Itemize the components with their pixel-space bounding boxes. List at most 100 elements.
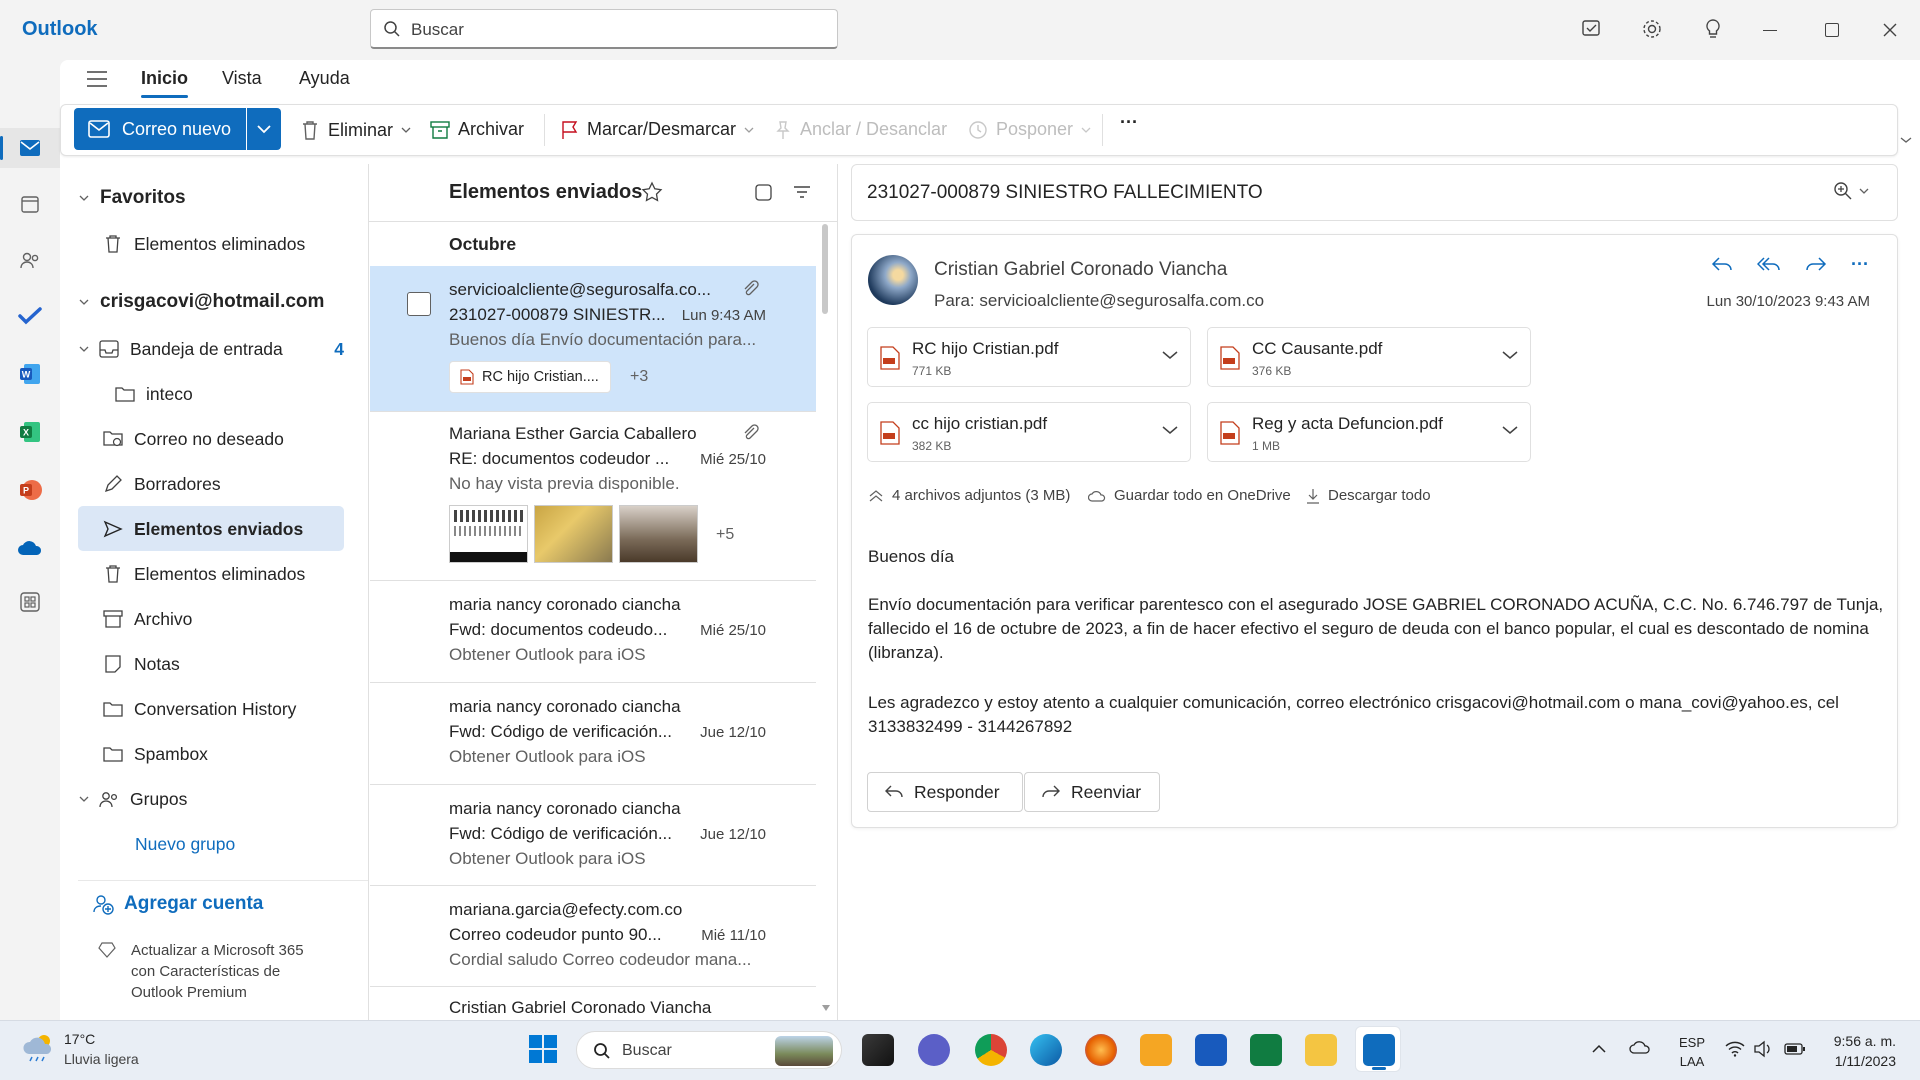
file-explorer-icon[interactable]: [1305, 1034, 1337, 1066]
folder-inteco[interactable]: inteco: [114, 372, 380, 416]
pin-button[interactable]: Anclar / Desanclar: [774, 119, 947, 140]
excel-app-icon[interactable]: X: [10, 412, 50, 452]
new-mail-dropdown-button[interactable]: [247, 108, 281, 150]
message-item[interactable]: maria nancy coronado ciancha Fwd: docume…: [370, 581, 816, 683]
forward-icon[interactable]: [1805, 255, 1827, 273]
minimize-button[interactable]: [1763, 30, 1777, 31]
battery-icon[interactable]: [1784, 1043, 1806, 1055]
download-all-button[interactable]: Descargar todo: [1306, 487, 1431, 504]
powerpoint-app-icon[interactable]: P: [10, 470, 50, 510]
folder-notes[interactable]: Notas: [102, 642, 368, 686]
weather-cloud-rain-icon[interactable]: [22, 1032, 56, 1062]
onedrive-app-icon[interactable]: [10, 528, 50, 568]
mail-app-icon[interactable]: [10, 128, 50, 168]
chevron-down-icon[interactable]: [1162, 425, 1178, 435]
attachment-chip[interactable]: RC hijo Cristian....: [449, 361, 611, 393]
media-player-icon[interactable]: [1140, 1034, 1172, 1066]
favorites-header[interactable]: Favoritos: [78, 176, 344, 220]
outlook-taskbar-active[interactable]: [1355, 1026, 1401, 1072]
folder-drafts[interactable]: Borradores: [102, 462, 368, 506]
message-item[interactable]: maria nancy coronado ciancha Fwd: Código…: [370, 683, 816, 785]
attachment-thumbnail[interactable]: [534, 505, 613, 563]
attachment-card[interactable]: Reg y acta Defuncion.pdf 1 MB: [1207, 402, 1531, 462]
word-app-icon[interactable]: W: [10, 354, 50, 394]
message-item[interactable]: maria nancy coronado ciancha Fwd: Código…: [370, 785, 816, 886]
attachment-card[interactable]: CC Causante.pdf 376 KB: [1207, 327, 1531, 387]
filter-icon[interactable]: [793, 185, 811, 199]
excel-taskbar-icon[interactable]: [1250, 1034, 1282, 1066]
select-mode-icon[interactable]: [754, 182, 774, 202]
system-clock[interactable]: 9:56 a. m. 1/11/2023: [1826, 1031, 1896, 1071]
ribbon-expand-chevron-icon[interactable]: [1900, 136, 1912, 144]
zoom-button[interactable]: [1833, 181, 1869, 201]
chevron-down-icon[interactable]: [1502, 425, 1518, 435]
tab-ayuda[interactable]: Ayuda: [299, 68, 350, 89]
todo-app-icon[interactable]: [10, 296, 50, 336]
show-hidden-icons-chevron-icon[interactable]: [1592, 1044, 1606, 1054]
folder-archive[interactable]: Archivo: [102, 597, 368, 641]
folder-conversation-history[interactable]: Conversation History: [102, 687, 368, 731]
new-group-link[interactable]: Nuevo grupo: [135, 822, 401, 866]
more-actions-icon[interactable]: ···: [1851, 255, 1869, 273]
flag-button[interactable]: Marcar/Desmarcar: [561, 119, 754, 140]
attachment-thumbnail[interactable]: [449, 505, 528, 563]
more-apps-icon[interactable]: [10, 582, 50, 622]
firefox-icon[interactable]: [1085, 1034, 1117, 1066]
upgrade-premium-link[interactable]: Actualizar a Microsoft 365 con Caracterí…: [131, 940, 321, 1003]
folder-sent[interactable]: Elementos enviados: [102, 507, 368, 551]
tips-lightbulb-icon[interactable]: [1702, 18, 1724, 40]
scroll-down-arrow-icon[interactable]: [822, 1005, 830, 1011]
archive-button[interactable]: Archivar: [430, 119, 524, 140]
volume-icon[interactable]: [1753, 1040, 1773, 1058]
snooze-button[interactable]: Posponer: [968, 119, 1091, 140]
calendar-app-icon[interactable]: [10, 184, 50, 224]
collapse-attachments-button[interactable]: 4 archivos adjuntos (3 MB): [868, 487, 1070, 504]
tab-vista[interactable]: Vista: [222, 68, 262, 89]
my-day-icon[interactable]: [1581, 18, 1603, 40]
message-item[interactable]: Cristian Gabriel Coronado Viancha: [370, 987, 816, 1020]
people-app-icon[interactable]: [10, 240, 50, 280]
favorite-star-icon[interactable]: [641, 181, 663, 203]
attachment-card[interactable]: cc hijo cristian.pdf 382 KB: [867, 402, 1191, 462]
sender-avatar[interactable]: [868, 255, 918, 305]
settings-gear-icon[interactable]: [1641, 18, 1663, 40]
folder-inbox[interactable]: Bandeja de entrada 4: [78, 327, 344, 371]
message-list-scrollbar[interactable]: [822, 224, 828, 314]
reply-all-icon[interactable]: [1757, 255, 1781, 273]
folder-favorite-deleted[interactable]: Elementos eliminados: [102, 222, 368, 266]
message-item[interactable]: mariana.garcia@efecty.com.co Correo code…: [370, 886, 816, 987]
attachment-card[interactable]: RC hijo Cristian.pdf 771 KB: [867, 327, 1191, 387]
chevron-down-icon[interactable]: [1162, 350, 1178, 360]
folder-spambox[interactable]: Spambox: [102, 732, 368, 776]
word-taskbar-icon[interactable]: [1195, 1034, 1227, 1066]
add-account-button[interactable]: Agregar cuenta: [92, 882, 358, 926]
message-checkbox[interactable]: [407, 292, 431, 316]
chevron-down-icon[interactable]: [1502, 350, 1518, 360]
windows-start-icon[interactable]: [528, 1034, 558, 1064]
tab-inicio[interactable]: Inicio: [141, 68, 189, 98]
delete-button[interactable]: Eliminar: [300, 119, 411, 141]
taskbar-search-box[interactable]: Buscar: [576, 1031, 842, 1069]
reply-button[interactable]: Responder: [867, 772, 1023, 812]
account-header[interactable]: crisgacovi@hotmail.com: [78, 280, 344, 324]
maximize-button[interactable]: [1825, 23, 1839, 37]
close-button[interactable]: [1882, 22, 1898, 38]
edge-icon[interactable]: [1030, 1034, 1062, 1066]
input-language-indicator[interactable]: ESP LAA: [1679, 1033, 1705, 1071]
task-view-icon[interactable]: [862, 1034, 894, 1066]
folder-deleted[interactable]: Elementos eliminados: [102, 552, 368, 596]
onedrive-tray-icon[interactable]: [1629, 1040, 1651, 1054]
search-input[interactable]: Buscar: [370, 9, 838, 49]
message-item[interactable]: Mariana Esther Garcia Caballero RE: docu…: [370, 412, 816, 581]
folder-junk[interactable]: Correo no deseado: [102, 417, 368, 461]
chrome-icon[interactable]: [975, 1034, 1007, 1066]
attachment-thumbnail[interactable]: [619, 505, 698, 563]
new-mail-button[interactable]: Correo nuevo: [74, 108, 246, 150]
wifi-icon[interactable]: [1725, 1041, 1745, 1057]
reply-icon[interactable]: [1711, 255, 1733, 273]
more-options-button[interactable]: ···: [1120, 112, 1138, 133]
groups-header[interactable]: Grupos: [78, 777, 344, 821]
teams-chat-icon[interactable]: [918, 1034, 950, 1066]
hamburger-menu-icon[interactable]: [86, 70, 108, 88]
save-onedrive-button[interactable]: Guardar todo en OneDrive: [1088, 487, 1291, 504]
